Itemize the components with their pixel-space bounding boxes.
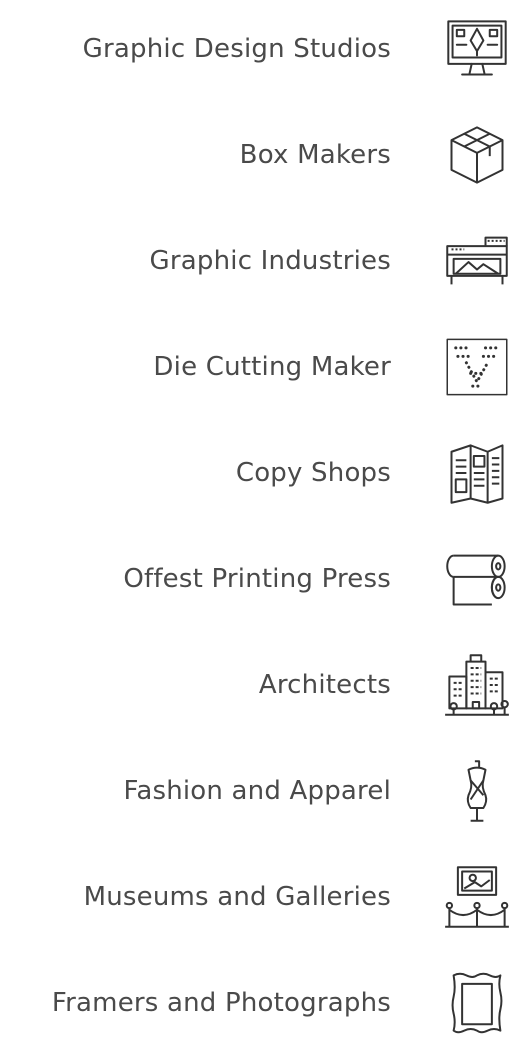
industry-item-architects[interactable]: Architects — [0, 640, 516, 730]
industry-item-museums-and-galleries[interactable]: Museums and Galleries — [0, 852, 516, 942]
industry-item-fashion-and-apparel[interactable]: Fashion and Apparel — [0, 746, 516, 836]
industry-item-graphic-design-studios[interactable]: Graphic Design Studios — [0, 4, 516, 94]
gallery-frame-icon — [443, 863, 511, 931]
paper-roll-icon — [443, 545, 511, 613]
brochure-icon — [443, 439, 511, 507]
box-icon — [443, 121, 511, 189]
industry-item-copy-shops[interactable]: Copy Shops — [0, 428, 516, 518]
die-cut-icon — [443, 333, 511, 401]
industry-label: Framers and Photographs — [51, 988, 391, 1018]
industry-label: Fashion and Apparel — [123, 776, 391, 806]
industry-item-framers-and-photographs[interactable]: Framers and Photographs — [0, 958, 516, 1048]
industry-label: Box Makers — [239, 140, 391, 170]
industry-item-offest-printing-press[interactable]: Offest Printing Press — [0, 534, 516, 624]
industries-list: Graphic Design Studios Box Makers Graphi… — [0, 0, 516, 1039]
design-monitor-icon — [443, 15, 511, 83]
industry-label: Copy Shops — [235, 458, 391, 488]
industry-item-die-cutting-maker[interactable]: Die Cutting Maker — [0, 322, 516, 412]
industry-label: Museums and Galleries — [83, 882, 391, 912]
industry-label: Graphic Industries — [149, 246, 391, 276]
dress-form-icon — [443, 757, 511, 825]
industry-label: Graphic Design Studios — [82, 34, 391, 64]
industry-label: Die Cutting Maker — [153, 352, 391, 382]
industry-label: Architects — [258, 670, 391, 700]
industry-item-graphic-industries[interactable]: Graphic Industries — [0, 216, 516, 306]
industry-label: Offest Printing Press — [123, 564, 391, 594]
large-format-printer-icon — [443, 227, 511, 295]
photo-frame-icon — [443, 969, 511, 1037]
industry-item-box-makers[interactable]: Box Makers — [0, 110, 516, 200]
buildings-icon — [443, 651, 511, 719]
